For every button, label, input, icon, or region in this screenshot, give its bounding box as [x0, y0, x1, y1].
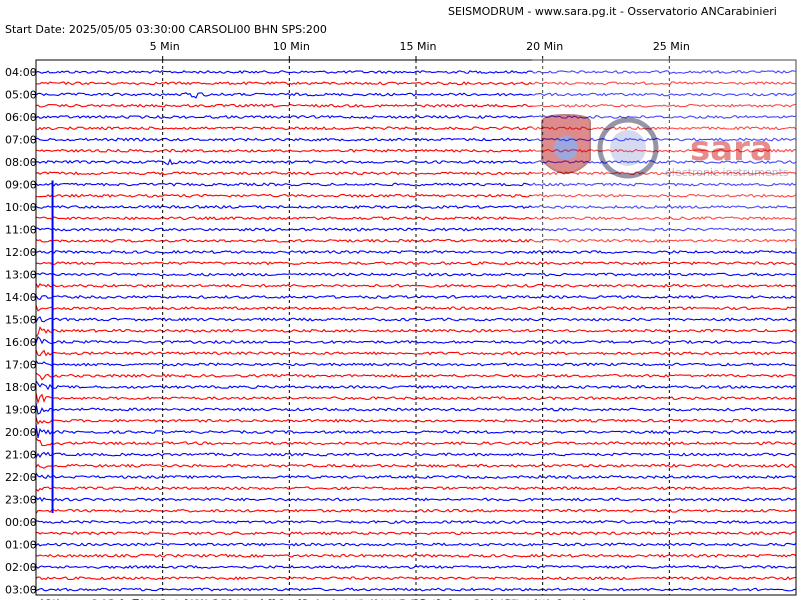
hour-label: 22:00: [5, 471, 37, 484]
tick-group: 5 Min 10 Min 15 Min 20 Min 25 Min: [150, 40, 690, 60]
hour-label: 06:00: [5, 111, 37, 124]
minute-tick-label: 25 Min: [653, 40, 690, 53]
minute-tick-label: 15 Min: [399, 40, 436, 53]
hour-label: 16:00: [5, 336, 37, 349]
hour-label: 03:00: [5, 584, 37, 597]
hour-label: 04:00: [5, 66, 37, 79]
trace-line: [35, 272, 797, 277]
hour-label: 14:00: [5, 291, 37, 304]
minute-tick-label: 20 Min: [526, 40, 563, 53]
hour-label: 23:00: [5, 494, 37, 507]
trace-line: [35, 463, 797, 469]
hour-label-group: 04:00 05:00 06:00 07:00 08:00 09:00 10:00 11:00…: [5, 66, 37, 597]
sara-logo-subtext: electronic instruments: [665, 166, 789, 179]
hour-label: 12:00: [5, 246, 37, 259]
hour-label: 17:00: [5, 359, 37, 372]
hour-label: 05:00: [5, 89, 37, 102]
carabinieri-crest-icon: [541, 113, 591, 174]
hour-label: 11:00: [5, 224, 37, 237]
hour-label: 18:00: [5, 381, 37, 394]
hour-label: 02:00: [5, 561, 37, 574]
hour-label: 21:00: [5, 449, 37, 462]
hour-label: 20:00: [5, 426, 37, 439]
hour-label: 08:00: [5, 156, 37, 169]
hour-label: 13:00: [5, 269, 37, 282]
hour-label: 19:00: [5, 404, 37, 417]
sara-logo-text: sara: [690, 129, 773, 169]
watermark: sara electronic instruments: [532, 58, 798, 248]
hour-label: 01:00: [5, 539, 37, 552]
hour-label: 10:00: [5, 201, 37, 214]
hour-label: 15:00: [5, 314, 37, 327]
hour-label: 09:00: [5, 179, 37, 192]
minute-tick-label: 10 Min: [273, 40, 310, 53]
helicorder-plot: 5 Min 10 Min 15 Min 20 Min 25 Min 04:00 05:00…: [5, 40, 798, 600]
trace-line: [35, 542, 797, 547]
minute-tick-label: 5 Min: [150, 40, 180, 53]
hour-label: 07:00: [5, 134, 37, 147]
hour-label: 00:00: [5, 516, 37, 529]
